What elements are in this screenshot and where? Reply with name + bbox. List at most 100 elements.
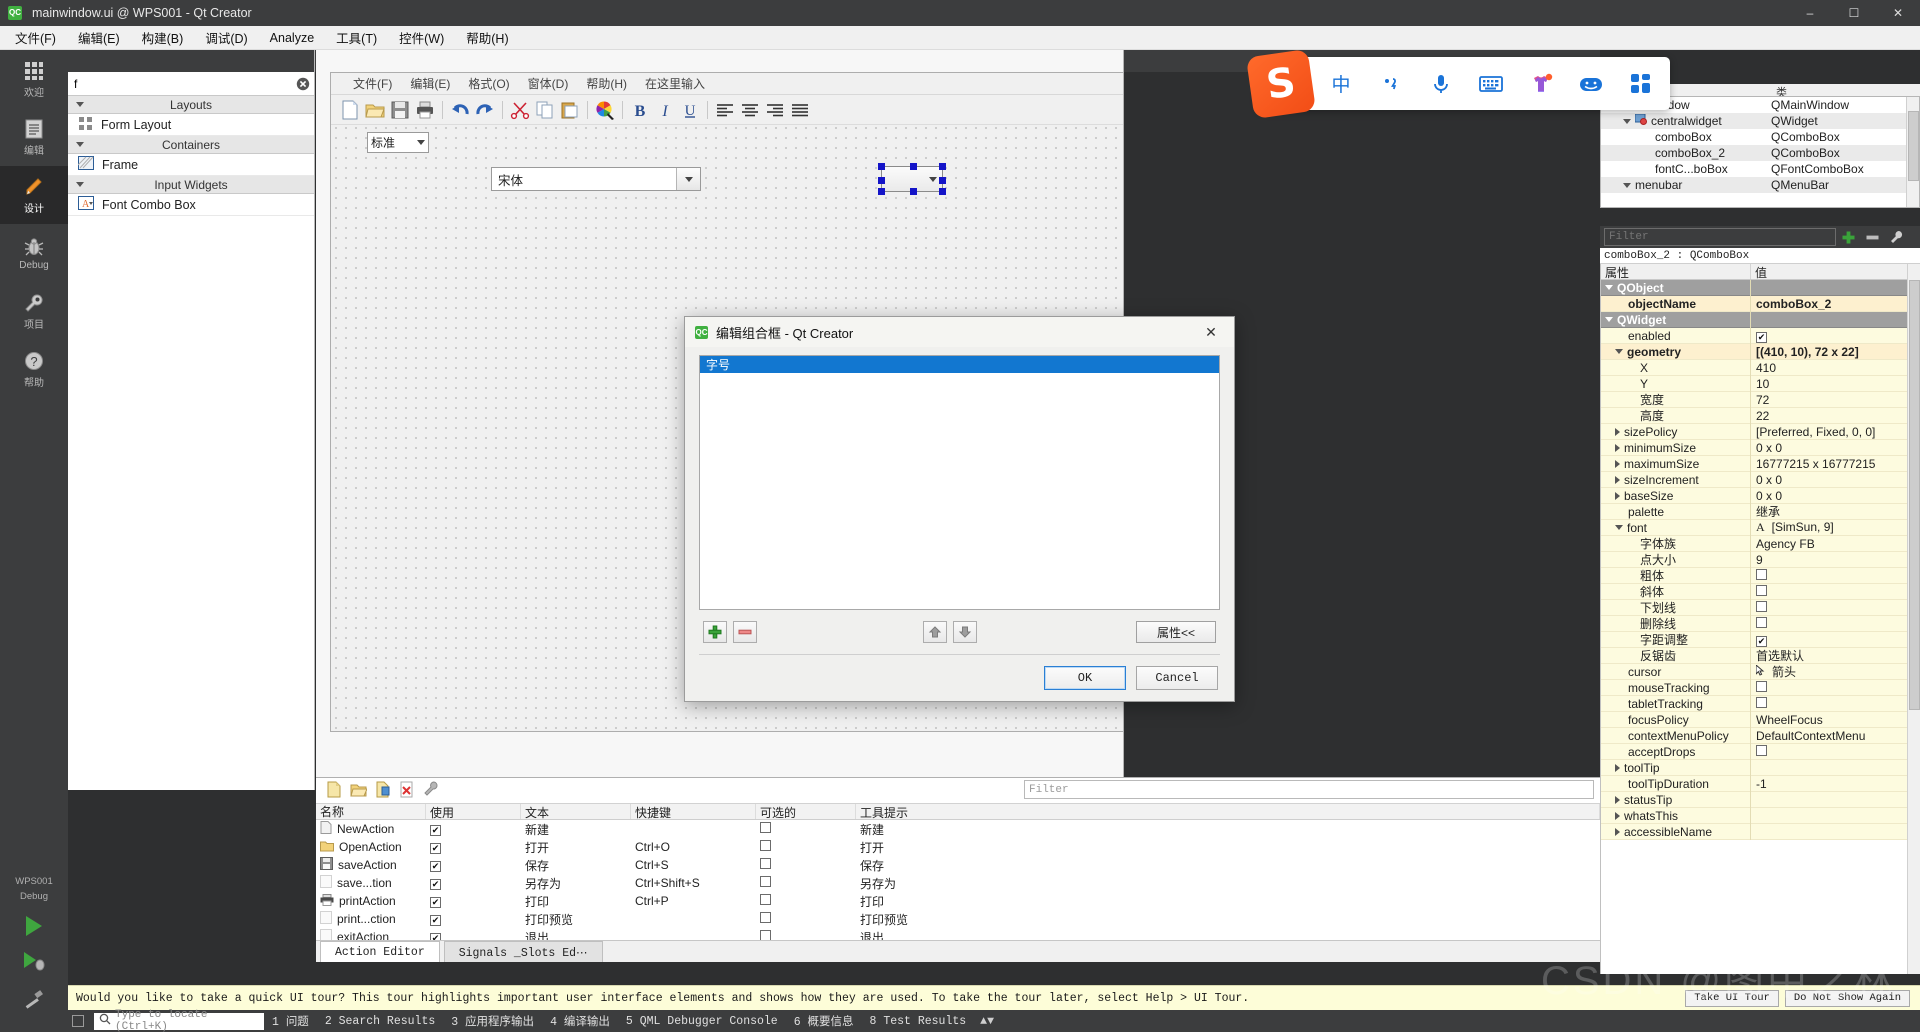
property-row[interactable]: sizeIncrement 0 x 0 (1601, 471, 1920, 488)
menu-debug[interactable]: 调试(D) (194, 25, 258, 50)
sogou-logo-icon[interactable]: S (1245, 48, 1317, 120)
action-used-checkbox[interactable]: ✔ (426, 840, 521, 854)
action-text[interactable]: 另存为 (521, 875, 631, 892)
align-justify-icon[interactable] (789, 99, 811, 121)
property-row[interactable]: whatsThis (1601, 807, 1920, 824)
open-folder-icon[interactable] (350, 781, 368, 801)
property-row[interactable]: objectName comboBox_2 (1601, 295, 1920, 312)
property-row[interactable]: toolTip (1601, 759, 1920, 776)
paste-icon[interactable] (559, 99, 581, 121)
open-folder-icon[interactable] (364, 99, 386, 121)
maximize-button[interactable]: ☐ (1832, 0, 1876, 26)
align-left-icon[interactable] (714, 99, 736, 121)
checkbox[interactable] (1756, 680, 1767, 692)
list-items-area[interactable] (700, 373, 1219, 609)
form-menu-format[interactable]: 格式(O) (460, 73, 517, 94)
cancel-button[interactable]: Cancel (1136, 666, 1218, 690)
checkbox[interactable]: ✔ (1756, 635, 1767, 647)
property-value[interactable]: 0 x 0 (1751, 489, 1920, 503)
property-row[interactable]: mouseTracking (1601, 679, 1920, 696)
tab-signals-slots-editor[interactable]: Signals _Slots Ed⋯ (443, 941, 603, 962)
chevron-right-icon[interactable] (1615, 763, 1620, 772)
property-row[interactable]: enabled ✔ (1601, 327, 1920, 344)
status-panel-qml-debugger[interactable]: 5 QML Debugger Console (618, 1015, 786, 1028)
property-row[interactable]: 点大小 9 (1601, 551, 1920, 568)
plus-icon[interactable] (1836, 226, 1860, 248)
property-row[interactable]: focusPolicy WheelFocus (1601, 711, 1920, 728)
property-row[interactable]: 斜体 (1601, 583, 1920, 600)
widget-item-frame[interactable]: Frame (68, 154, 314, 176)
status-panel-app-output[interactable]: 3 应用程序输出 (443, 1013, 542, 1029)
cut-scissors-icon[interactable] (509, 99, 531, 121)
property-row[interactable]: acceptDrops (1601, 743, 1920, 760)
table-row[interactable]: OpenAction ✔ 打开 Ctrl+O 打开 (316, 838, 1600, 856)
object-row-menubar[interactable]: menubar QMenuBar (1601, 177, 1919, 193)
chevron-right-icon[interactable] (1615, 811, 1620, 820)
emoji-icon[interactable] (1578, 71, 1604, 97)
chevron-right-icon[interactable] (1615, 491, 1620, 500)
checkbox[interactable] (1756, 696, 1767, 708)
menu-tools[interactable]: 工具(T) (325, 25, 388, 50)
new-action-icon[interactable] (326, 781, 342, 801)
property-row[interactable]: Y 10 (1601, 375, 1920, 392)
combobox-items-list[interactable]: 字号 (699, 355, 1220, 610)
property-row[interactable]: statusTip (1601, 791, 1920, 808)
checkbox[interactable] (1756, 616, 1767, 628)
mode-debug[interactable]: Debug (0, 224, 68, 282)
chevron-right-icon[interactable] (1615, 427, 1620, 436)
mode-help[interactable]: ? 帮助 (0, 340, 68, 398)
property-row[interactable]: minimumSize 0 x 0 (1601, 439, 1920, 456)
checkbox[interactable] (760, 894, 771, 905)
property-value[interactable] (1751, 616, 1920, 631)
form-menu-help[interactable]: 帮助(H) (578, 73, 635, 94)
status-panel-stepper-icon[interactable]: ▲▼ (980, 1015, 994, 1028)
property-row[interactable]: 字体族 Agency FB (1601, 535, 1920, 552)
undo-icon[interactable] (449, 99, 471, 121)
checkbox[interactable] (1756, 744, 1767, 756)
checkbox[interactable]: ✔ (430, 897, 441, 908)
action-used-checkbox[interactable]: ✔ (426, 858, 521, 872)
chevron-right-icon[interactable] (1615, 475, 1620, 484)
property-value[interactable]: 72 (1751, 393, 1920, 407)
resize-handle-ne[interactable] (939, 163, 946, 170)
checkbox[interactable]: ✔ (430, 879, 441, 890)
action-shortcut[interactable]: Ctrl+P (631, 894, 756, 908)
chevron-down-icon[interactable] (1623, 182, 1631, 188)
action-tooltip[interactable]: 另存为 (856, 875, 1600, 892)
status-panel-compile-output[interactable]: 4 编译输出 (542, 1013, 618, 1029)
search-input[interactable]: Type to locate (Ctrl+K) (94, 1009, 264, 1032)
checkbox[interactable] (760, 912, 771, 923)
save-icon[interactable] (389, 99, 411, 121)
action-used-checkbox[interactable]: ✔ (426, 822, 521, 836)
action-tooltip[interactable]: 打印 (856, 893, 1600, 910)
property-value[interactable] (1751, 744, 1920, 759)
action-tooltip[interactable]: 打印预览 (856, 911, 1600, 928)
property-value[interactable]: 首选默认 (1751, 647, 1920, 664)
apps-grid-icon[interactable] (1628, 71, 1654, 97)
chevron-down-icon[interactable] (1605, 317, 1613, 322)
print-icon[interactable] (414, 99, 436, 121)
copy-action-icon[interactable] (375, 781, 391, 801)
run-icon[interactable] (26, 916, 42, 936)
action-text[interactable]: 打印预览 (521, 911, 631, 928)
checkbox[interactable] (1756, 568, 1767, 580)
wrench-icon[interactable] (1884, 226, 1908, 248)
property-row[interactable]: QObject (1601, 279, 1920, 296)
form-menu-placeholder[interactable]: 在这里输入 (637, 73, 713, 94)
status-panel-issues[interactable]: 1 问题 (264, 1013, 317, 1029)
keyboard-icon[interactable] (1478, 71, 1504, 97)
checkbox[interactable] (760, 858, 771, 869)
property-row[interactable]: cursor 箭头 (1601, 663, 1920, 680)
checkbox[interactable] (760, 822, 771, 833)
property-value[interactable]: 10 (1751, 377, 1920, 391)
checkbox[interactable]: ✔ (430, 861, 441, 872)
property-row[interactable]: 下划线 (1601, 599, 1920, 616)
style-combo-box[interactable]: 标准 (367, 131, 429, 153)
checkbox[interactable]: ✔ (430, 915, 441, 926)
property-row[interactable]: 宽度 72 (1601, 391, 1920, 408)
mode-projects[interactable]: 项目 (0, 282, 68, 340)
clear-icon[interactable] (292, 73, 314, 95)
status-panel-test-results[interactable]: 8 Test Results (862, 1015, 975, 1028)
action-text[interactable]: 新建 (521, 821, 631, 838)
resize-handle-nw[interactable] (878, 163, 885, 170)
